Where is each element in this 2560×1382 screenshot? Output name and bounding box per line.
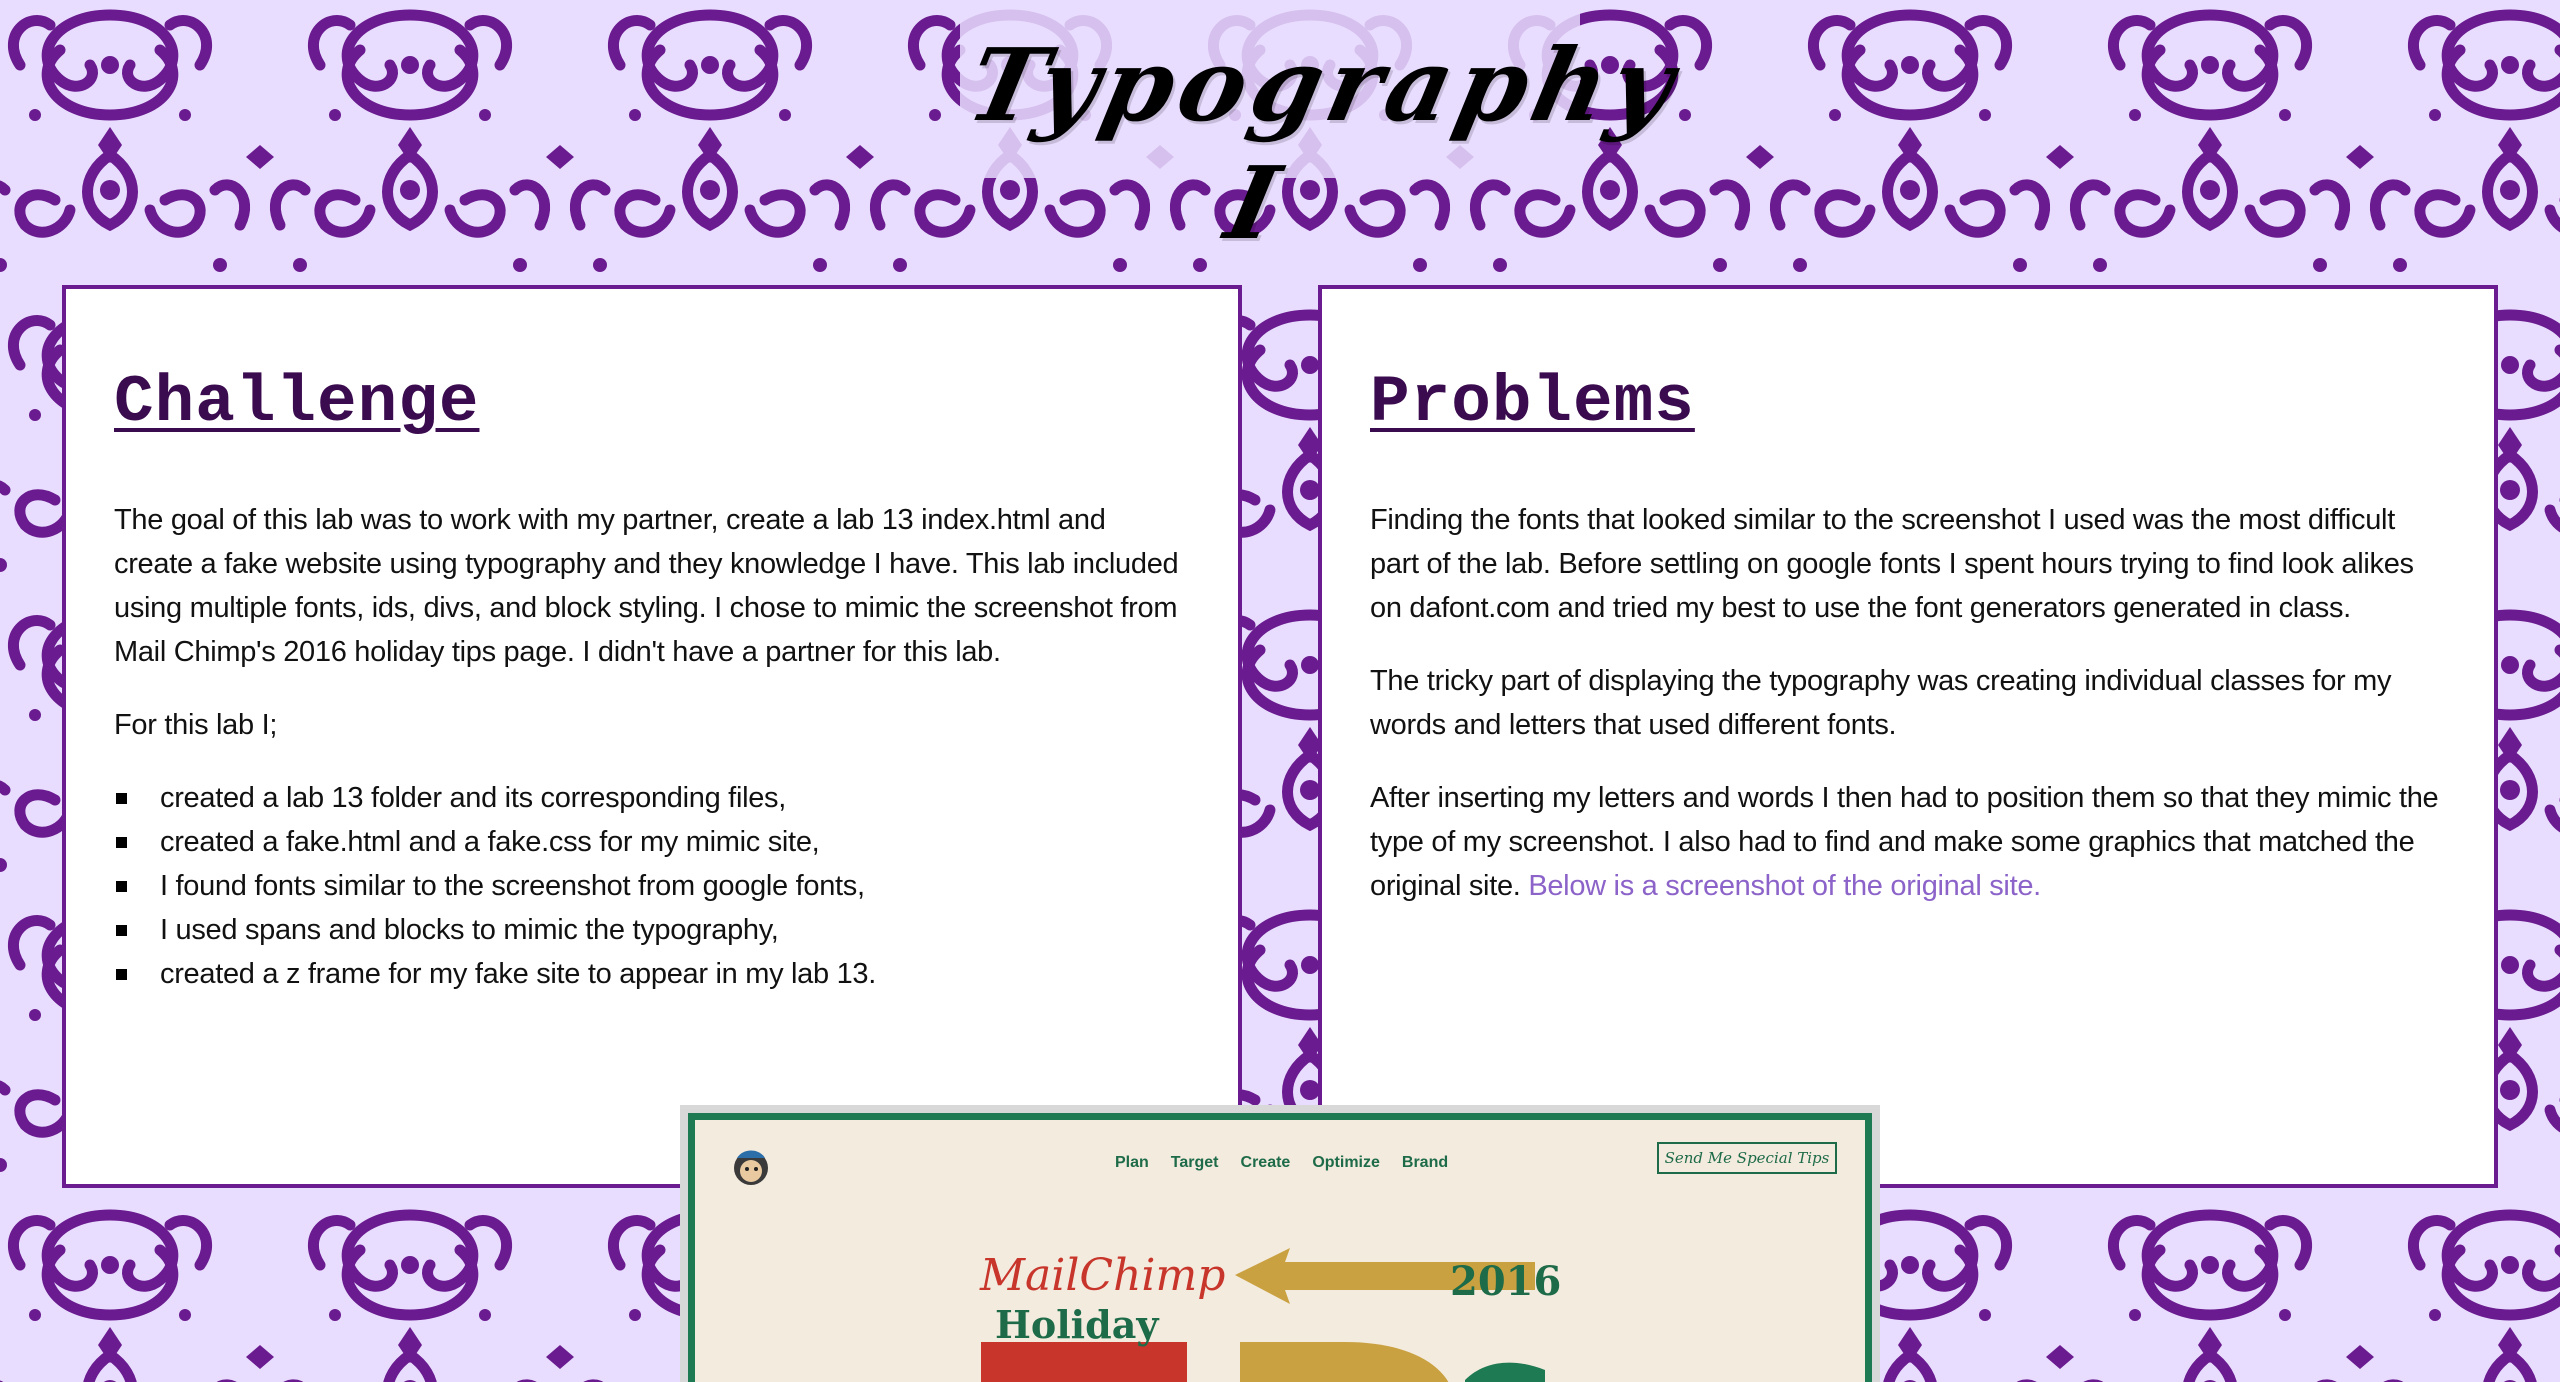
problems-panel: Problems Finding the fonts that looked s… — [1318, 285, 2498, 1188]
challenge-heading: Challenge — [114, 365, 480, 440]
original-site-link[interactable]: Below is a screenshot of the original si… — [1528, 870, 2041, 902]
preview-nav-target[interactable]: Target — [1171, 1154, 1219, 1172]
challenge-panel: Challenge The goal of this lab was to wo… — [62, 285, 1242, 1188]
problems-paragraph-1: Finding the fonts that looked similar to… — [1370, 504, 2414, 624]
preview-holiday-text: Holiday — [995, 1302, 1159, 1347]
preview-year-text: 2016 — [1450, 1258, 1562, 1305]
preview-nav: Plan Target Create Optimize Brand — [1115, 1154, 1448, 1172]
problems-paragraph-2: The tricky part of displaying the typogr… — [1370, 665, 2392, 741]
preview-nav-create[interactable]: Create — [1241, 1154, 1291, 1172]
list-item: created a fake.html and a fake.css for m… — [114, 820, 1190, 864]
list-item: I found fonts similar to the screenshot … — [114, 864, 1190, 908]
original-site-screenshot-frame[interactable]: Plan Target Create Optimize Brand Send M… — [680, 1105, 1880, 1382]
preview-nav-brand[interactable]: Brand — [1402, 1154, 1448, 1172]
preview-nav-optimize[interactable]: Optimize — [1312, 1154, 1380, 1172]
challenge-list: created a lab 13 folder and its correspo… — [114, 776, 1190, 996]
problems-heading: Problems — [1370, 365, 1695, 440]
preview-red-block — [981, 1342, 1187, 1382]
preview-brand-text: MailChimp — [980, 1250, 1226, 1301]
original-site-screenshot: Plan Target Create Optimize Brand Send M… — [688, 1113, 1872, 1382]
preview-nav-plan[interactable]: Plan — [1115, 1154, 1149, 1172]
mailchimp-logo-icon — [729, 1144, 773, 1188]
page-header: Typography I — [958, 8, 1689, 262]
list-item: created a lab 13 folder and its correspo… — [114, 776, 1190, 820]
page-title: Typography I — [958, 26, 1690, 262]
challenge-intro: The goal of this lab was to work with my… — [114, 504, 1179, 668]
list-item: I used spans and blocks to mimic the typ… — [114, 908, 1190, 952]
challenge-list-intro: For this lab I; — [114, 709, 278, 741]
problems-paragraph-3: After inserting my letters and words I t… — [1370, 776, 2446, 908]
send-tips-button[interactable]: Send Me Special Tips — [1657, 1142, 1837, 1174]
list-item: created a z frame for my fake site to ap… — [114, 952, 1190, 996]
